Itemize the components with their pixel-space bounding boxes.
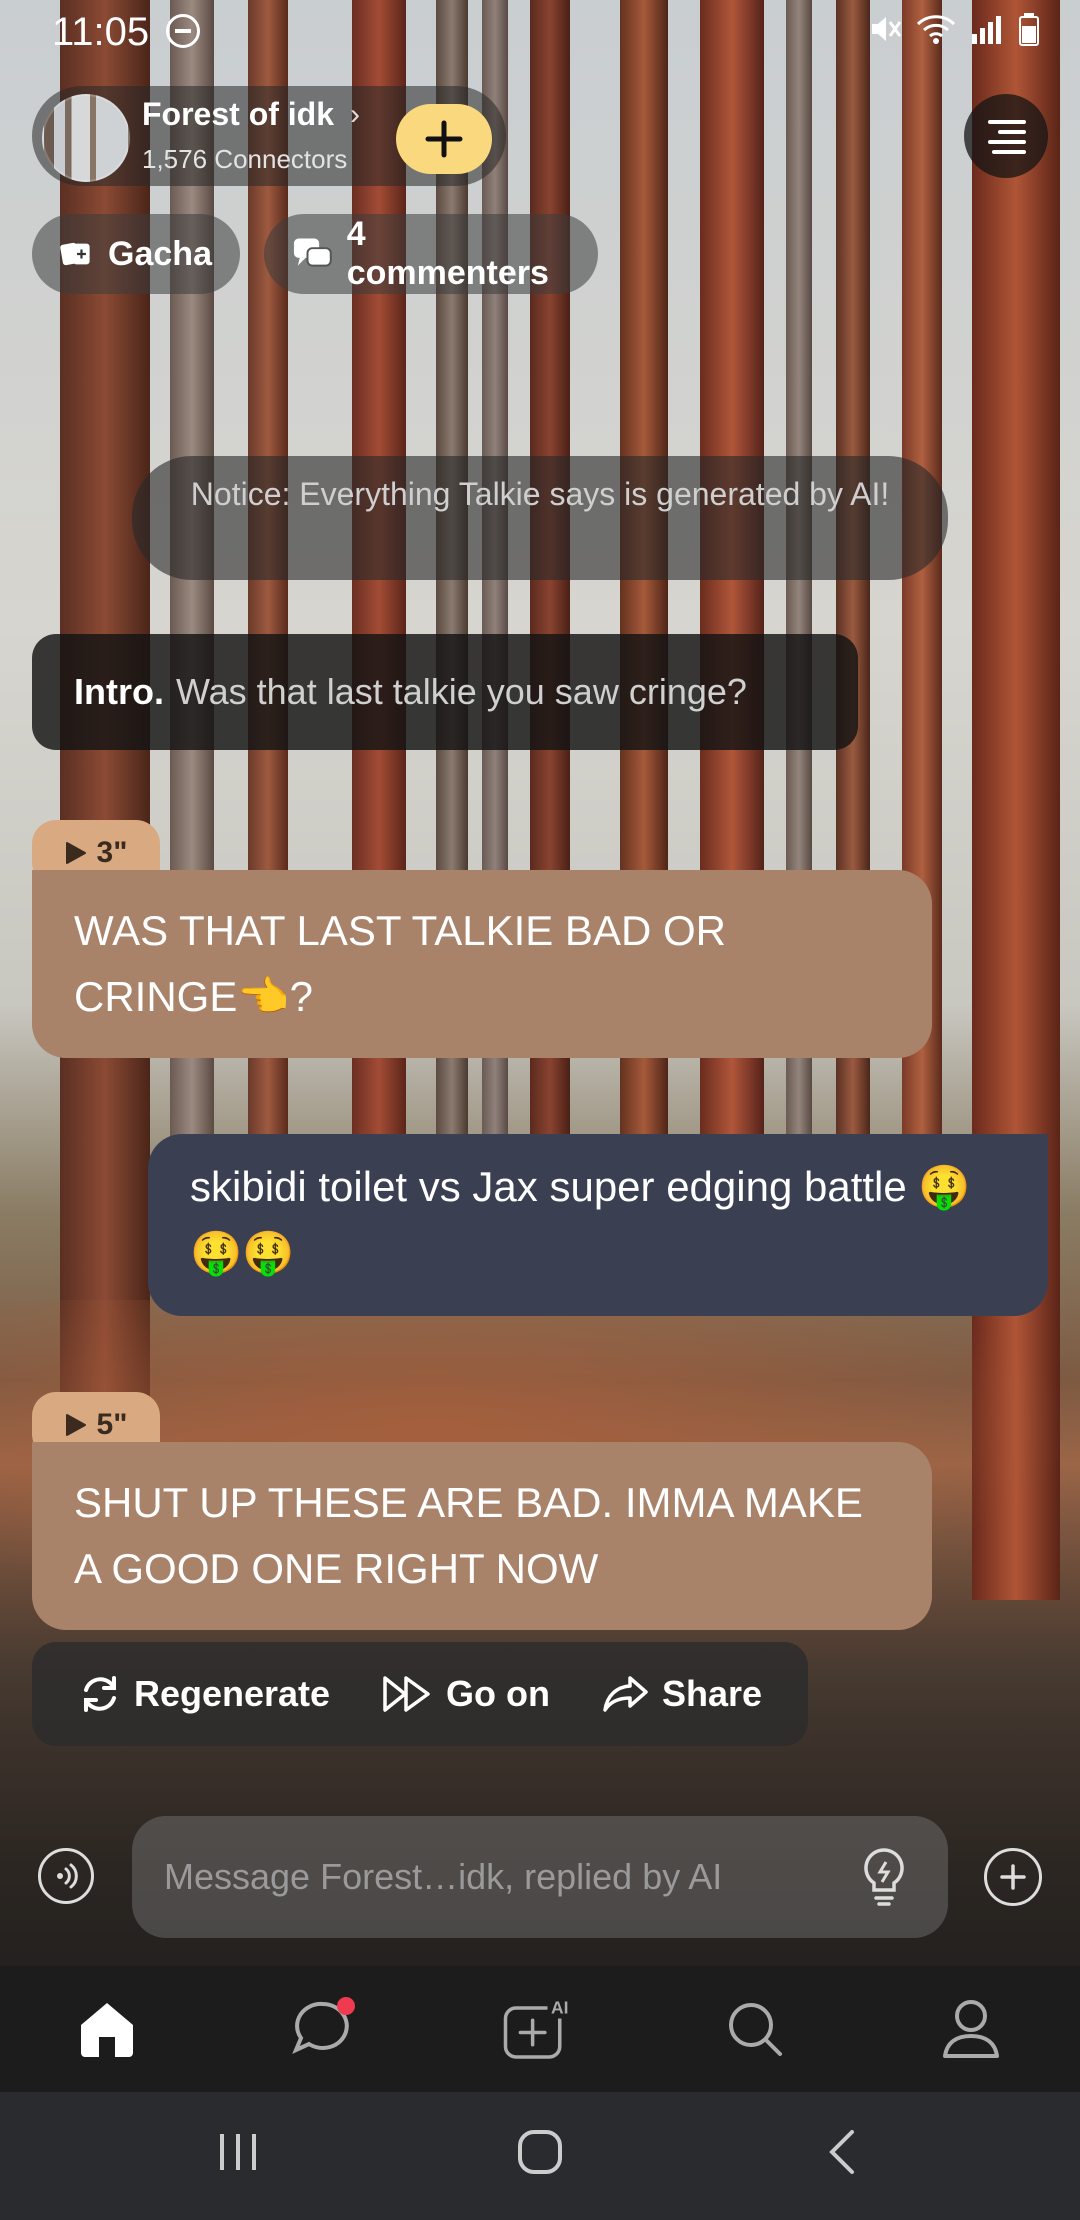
tab-search[interactable] (720, 1994, 790, 2064)
duration-text: 3" (96, 836, 128, 869)
system-nav-bar (0, 2092, 1080, 2220)
attach-button[interactable] (984, 1848, 1042, 1906)
intro-card: Intro. Was that last talkie you saw crin… (32, 634, 858, 750)
message-input[interactable]: Message Forest…idk, replied by AI (132, 1816, 948, 1938)
room-name[interactable]: Forest of idk (142, 96, 334, 133)
voice-waves-icon (57, 1863, 78, 1889)
intro-label: Intro. (74, 671, 164, 712)
home-button-icon[interactable] (516, 2128, 564, 2176)
create-ai-icon: AI (503, 1997, 572, 2059)
plus-icon (1000, 1864, 1026, 1890)
recent-apps-icon[interactable] (216, 2128, 260, 2176)
chevron-right-icon: › (350, 98, 360, 131)
lightbulb-icon[interactable] (860, 1846, 908, 1908)
ai-message-bubble[interactable]: SHUT UP THESE ARE BAD. IMMA MAKE A GOOD … (32, 1442, 932, 1630)
refresh-icon (83, 1676, 116, 1712)
menu-button[interactable] (964, 94, 1048, 178)
tab-create-ai[interactable]: AI (502, 1994, 572, 2064)
battery-icon (1019, 13, 1039, 46)
cards-icon (60, 242, 90, 266)
gacha-chip[interactable]: Gacha (32, 214, 240, 294)
share-label: Share (661, 1673, 763, 1714)
chat-bubble-icon (292, 1997, 355, 2054)
share-icon (603, 1676, 648, 1712)
follow-button[interactable] (396, 104, 492, 174)
search-icon (729, 2003, 782, 2056)
room-avatar[interactable] (42, 94, 130, 182)
duration-text: 5" (96, 1408, 128, 1441)
comments-icon (293, 238, 332, 267)
composer: Message Forest…idk, replied by AI (0, 1814, 1080, 1940)
dnd-icon (166, 14, 200, 48)
regenerate-label: Regenerate (133, 1673, 331, 1714)
commenters-label: 4 commenters (346, 215, 549, 292)
go-on-button[interactable]: Go on (382, 1673, 550, 1715)
ai-badge: AI (551, 1997, 569, 2017)
ai-notice: Notice: Everything Talkie says is genera… (132, 456, 948, 580)
message-actions: Regenerate Go on Share (32, 1642, 808, 1746)
gacha-label: Gacha (108, 234, 212, 273)
notification-dot (337, 1997, 355, 2015)
connectors-count: 1,576 Connectors (142, 144, 348, 174)
play-icon (65, 1414, 86, 1436)
mute-icon (872, 17, 902, 41)
tab-chats[interactable] (288, 1994, 358, 2064)
go-on-label: Go on (446, 1673, 550, 1714)
message-placeholder: Message Forest…idk, replied by AI (164, 1856, 723, 1897)
status-bar: 11:05 (0, 0, 1080, 64)
tab-home[interactable] (72, 1994, 142, 2064)
profile-icon (943, 2000, 999, 2058)
ai-message-bubble[interactable]: WAS THAT LAST TALKIE BAD OR CRINGE👈? (32, 870, 932, 1058)
menu-icon (988, 120, 1026, 154)
voice-mode-button[interactable] (38, 1848, 94, 1904)
play-icon (65, 842, 86, 864)
bottom-tab-bar: AI (0, 1966, 1080, 2092)
back-icon[interactable] (824, 2128, 860, 2176)
intro-text: Was that last talkie you saw cringe? (175, 671, 747, 712)
commenters-chip[interactable]: 4 commenters (264, 214, 598, 294)
status-time: 11:05 (52, 10, 150, 54)
user-message-bubble[interactable]: skibidi toilet vs Jax super edging battl… (148, 1134, 1048, 1316)
signal-icon (972, 16, 1001, 44)
fast-forward-icon (383, 1676, 430, 1712)
plus-icon (425, 120, 463, 158)
home-icon (81, 2003, 133, 2057)
share-button[interactable]: Share (602, 1673, 762, 1715)
wifi-icon (916, 15, 956, 44)
regenerate-button[interactable]: Regenerate (78, 1672, 330, 1716)
tab-profile[interactable] (936, 1994, 1006, 2064)
